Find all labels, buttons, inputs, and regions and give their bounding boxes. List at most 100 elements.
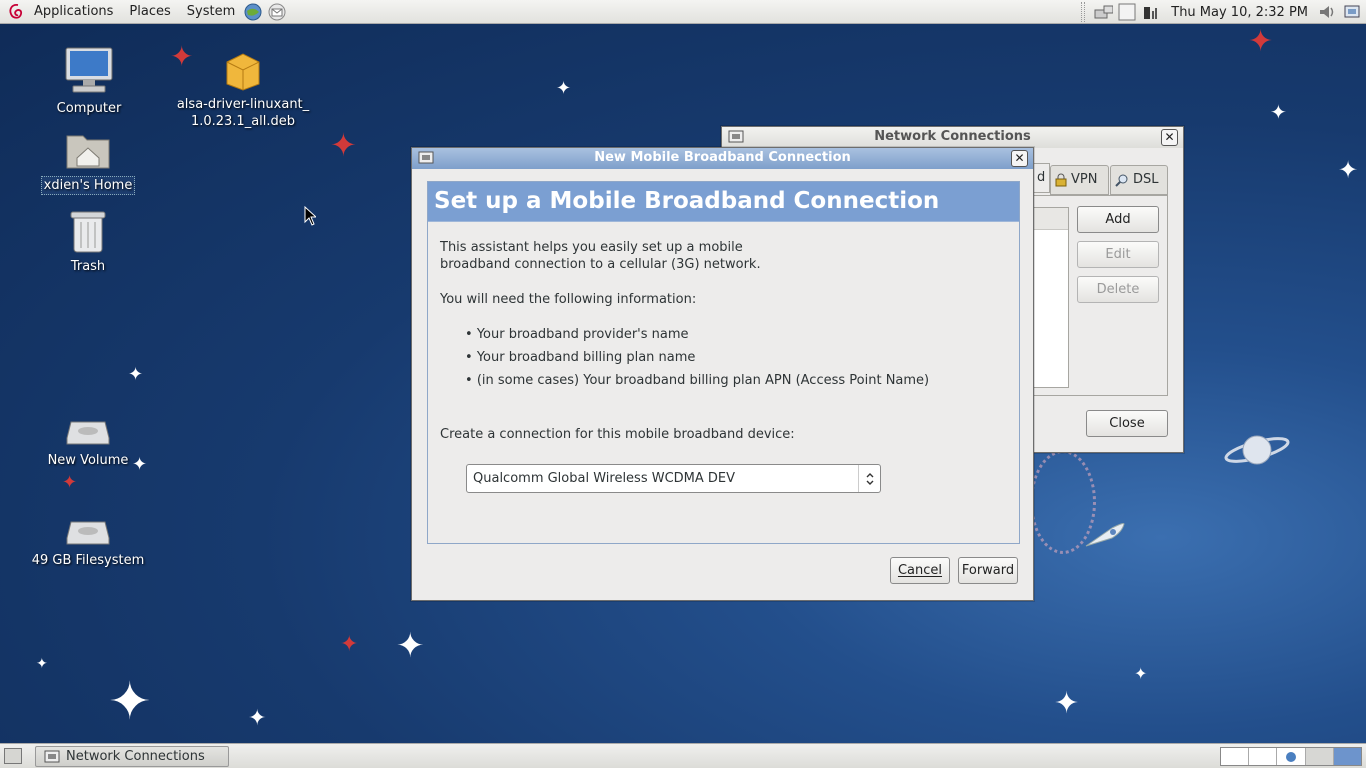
dialog-titlebar[interactable]: New Mobile Broadband Connection ✕ xyxy=(412,148,1033,169)
drive-icon xyxy=(66,521,110,545)
cancel-button[interactable]: Cancel xyxy=(890,557,950,584)
white-star-decoration: ✦ xyxy=(1338,156,1359,184)
system-tray: Thu May 10, 2:32 PM xyxy=(1081,0,1366,24)
device-select[interactable]: Qualcomm Global Wireless WCDMA DEV xyxy=(466,464,881,493)
white-star-decoration: ✦ xyxy=(1054,686,1080,721)
tab-label: VPN xyxy=(1071,172,1098,187)
package-icon xyxy=(226,53,260,91)
desktop-icon-label: New Volume xyxy=(47,453,129,468)
browser-thumbnail-icon xyxy=(1286,751,1296,762)
trash-icon xyxy=(70,211,106,253)
desktop-icon-label: Computer xyxy=(56,101,122,116)
bullet-item: • (in some cases) Your broadband billing… xyxy=(465,373,930,388)
white-star-decoration: ✦ xyxy=(36,656,48,672)
desktop-icon-deb-package[interactable]: alsa-driver-linuxant_ 1.0.23.1_all.deb xyxy=(168,50,318,130)
dsl-icon xyxy=(1115,174,1128,187)
battery-signal-icon[interactable] xyxy=(1141,2,1161,22)
desktop-icon-label: Trash xyxy=(70,259,106,274)
tab-vpn[interactable]: VPN xyxy=(1050,165,1109,195)
assistant-page: Set up a Mobile Broadband Connection Thi… xyxy=(427,181,1020,544)
workspace-switcher[interactable] xyxy=(1220,747,1362,766)
new-mobile-broadband-dialog: New Mobile Broadband Connection ✕ Set up… xyxy=(411,147,1034,601)
planet-illustration xyxy=(1222,428,1292,476)
panel-separator-handle xyxy=(1081,2,1086,22)
network-window-icon xyxy=(728,130,744,143)
bullet-item: • Your broadband billing plan name xyxy=(465,350,696,365)
mouse-cursor-icon xyxy=(304,205,318,230)
red-star-decoration: ✦ xyxy=(340,632,359,657)
system-menu[interactable]: System xyxy=(181,0,241,24)
close-window-button[interactable]: ✕ xyxy=(1161,129,1178,146)
desktop-icon-label: xdien's Home xyxy=(40,176,136,195)
close-button[interactable]: Close xyxy=(1086,410,1168,437)
tab-dsl[interactable]: DSL xyxy=(1110,165,1168,195)
assistant-heading: Set up a Mobile Broadband Connection xyxy=(428,182,1019,222)
white-star-decoration: ✦ xyxy=(1270,100,1287,124)
combo-arrows-icon xyxy=(858,465,880,492)
network-connections-titlebar[interactable]: Network Connections ✕ xyxy=(722,127,1183,148)
swirl-illustration xyxy=(1030,450,1096,554)
tab-label: d xyxy=(1037,170,1046,185)
workspace-3[interactable] xyxy=(1277,748,1306,765)
taskbar-item-network-connections[interactable]: Network Connections xyxy=(35,746,229,767)
white-star-decoration: ✦ xyxy=(128,364,144,385)
white-star-decoration: ✦ xyxy=(556,78,572,99)
desktop-icon-computer[interactable]: Computer xyxy=(14,46,164,117)
connection-list[interactable] xyxy=(1034,207,1069,388)
tab-mobile-broadband[interactable]: d xyxy=(1034,163,1050,193)
network-status-icon[interactable] xyxy=(1342,2,1362,22)
red-star-decoration: ✦ xyxy=(62,472,78,493)
forward-label: Forward xyxy=(961,563,1015,578)
drive-icon xyxy=(66,421,110,445)
workspace-5-active[interactable] xyxy=(1333,748,1362,765)
need-info-text: You will need the following information: xyxy=(440,292,697,307)
desktop-icon-label: alsa-driver-linuxant_ 1.0.23.1_all.deb xyxy=(176,97,310,129)
bottom-panel: Network Connections xyxy=(0,743,1366,768)
web-browser-icon[interactable] xyxy=(243,2,263,22)
desktop-icon-trash[interactable]: Trash xyxy=(13,208,163,275)
red-star-decoration: ✦ xyxy=(1248,24,1274,59)
email-client-icon[interactable] xyxy=(267,2,287,22)
white-star-decoration: ✦ xyxy=(396,626,425,666)
top-panel: Applications Places System Thu May 10, 2… xyxy=(0,0,1366,24)
computer-icon xyxy=(65,47,113,93)
network-window-icon xyxy=(418,151,434,164)
delete-button[interactable]: Delete xyxy=(1077,276,1159,303)
places-menu[interactable]: Places xyxy=(123,0,176,24)
connection-list-header xyxy=(1034,208,1068,230)
forward-button[interactable]: Forward xyxy=(958,557,1018,584)
bullet-text: (in some cases) Your broadband billing p… xyxy=(476,373,930,388)
add-button[interactable]: Add xyxy=(1077,206,1159,233)
applications-menu[interactable]: Applications xyxy=(28,0,119,24)
home-folder-icon xyxy=(66,135,110,169)
debian-logo-icon[interactable] xyxy=(6,2,26,22)
workspace-2[interactable] xyxy=(1249,748,1278,765)
tab-label: DSL xyxy=(1133,172,1159,187)
desktop-icon-new-volume[interactable]: New Volume xyxy=(13,418,163,469)
desktop-icon-filesystem[interactable]: 49 GB Filesystem xyxy=(13,518,163,569)
volume-icon[interactable] xyxy=(1318,2,1338,22)
workspace-4[interactable] xyxy=(1305,748,1334,765)
bullet-text: Your broadband billing plan name xyxy=(476,350,696,365)
dialog-title: New Mobile Broadband Connection xyxy=(594,150,851,165)
white-star-decoration: ✦ xyxy=(1134,664,1148,683)
bullet-text: Your broadband provider's name xyxy=(476,327,689,342)
blank-window-icon[interactable] xyxy=(1117,2,1137,22)
show-desktop-icon[interactable] xyxy=(4,748,22,764)
clock[interactable]: Thu May 10, 2:32 PM xyxy=(1163,5,1316,20)
close-dialog-button[interactable]: ✕ xyxy=(1011,150,1028,167)
window-title: Network Connections xyxy=(874,129,1031,144)
device-label: Create a connection for this mobile broa… xyxy=(440,427,795,442)
device-select-value: Qualcomm Global Wireless WCDMA DEV xyxy=(473,471,736,486)
edit-button[interactable]: Edit xyxy=(1077,241,1159,268)
red-star-decoration: ✦ xyxy=(330,126,357,164)
desktop-icon-home[interactable]: xdien's Home xyxy=(13,130,163,195)
white-star-decoration: ✦ xyxy=(108,672,152,732)
intro-text-line2: broadband connection to a cellular (3G) … xyxy=(440,257,761,272)
intro-text-line1: This assistant helps you easily set up a… xyxy=(440,240,743,255)
taskbar-item-label: Network Connections xyxy=(66,749,205,764)
network-manager-icon[interactable] xyxy=(1093,2,1114,22)
workspace-1[interactable] xyxy=(1221,748,1250,765)
bullet-item: • Your broadband provider's name xyxy=(465,327,689,342)
network-window-icon xyxy=(44,750,60,763)
